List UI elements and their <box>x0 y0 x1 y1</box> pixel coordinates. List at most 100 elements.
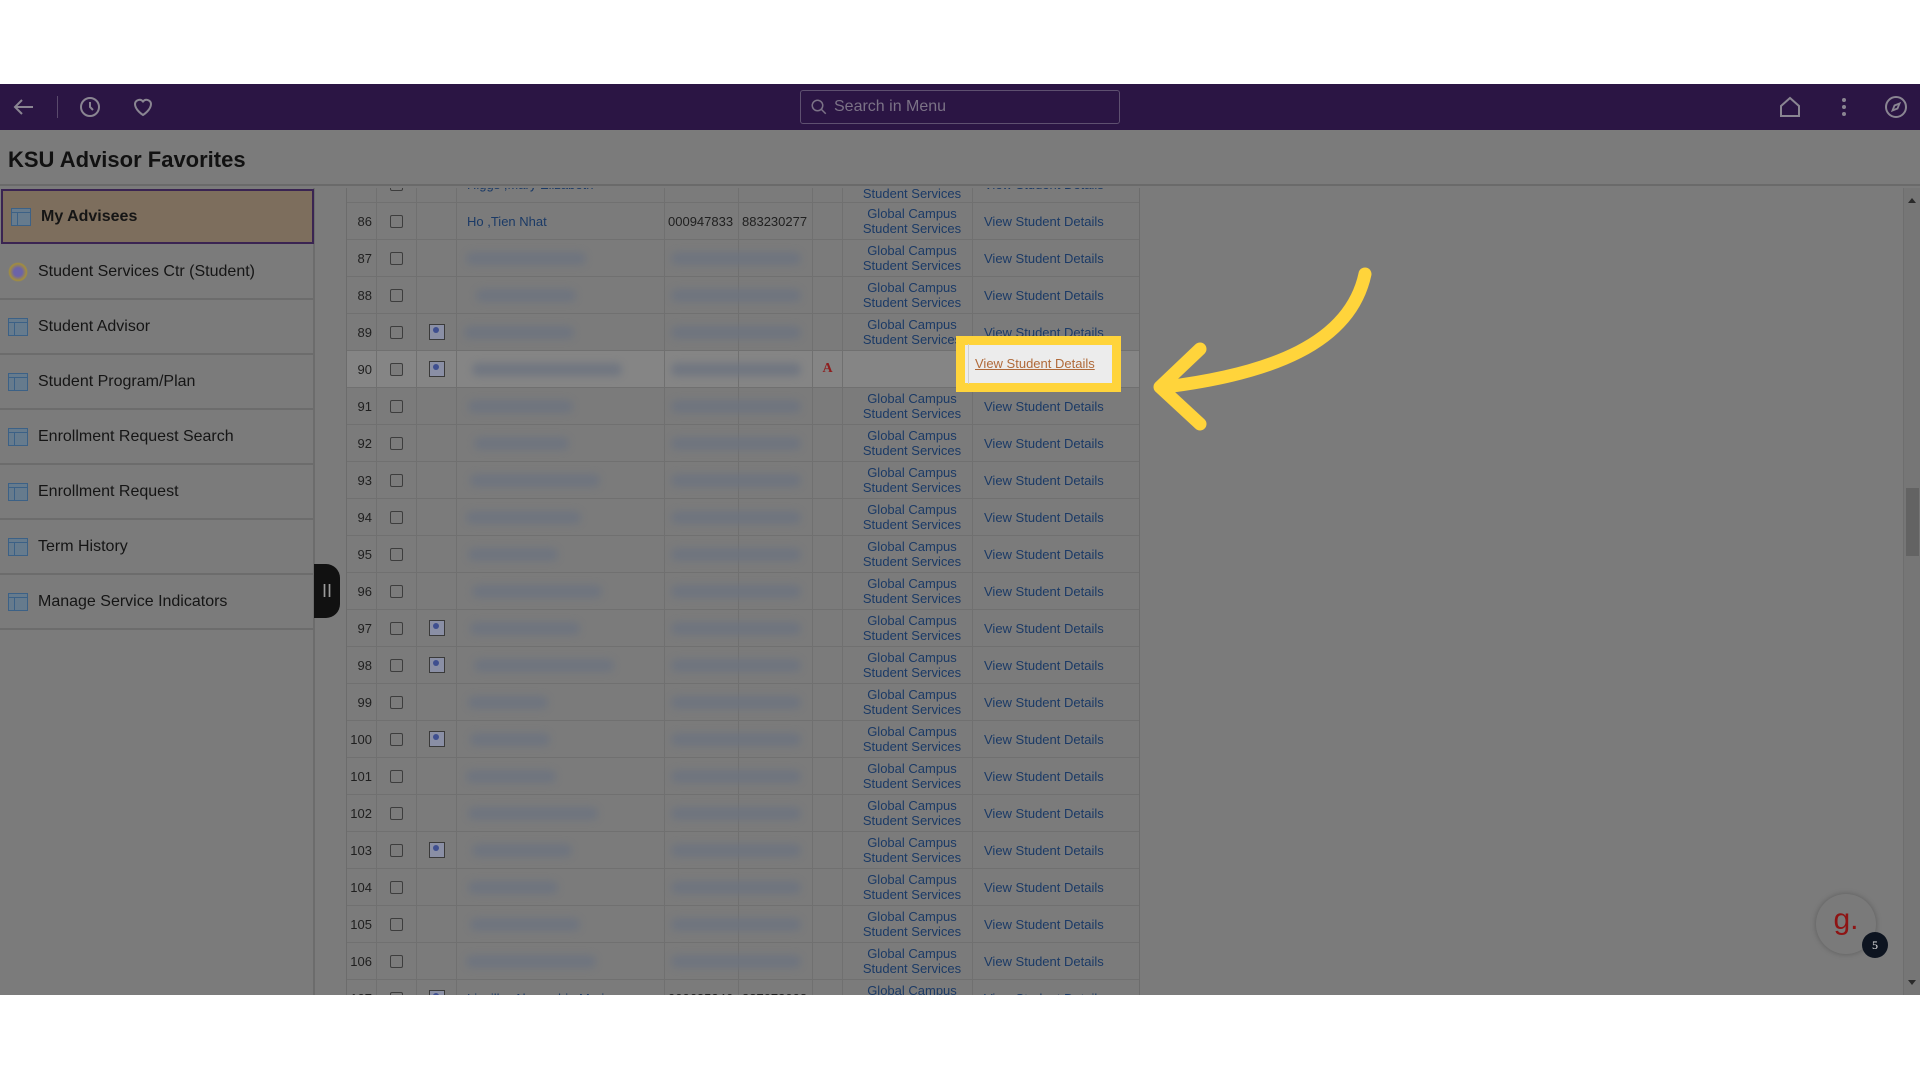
sidebar-item-enrollment-request-search[interactable]: Enrollment Request Search <box>0 410 315 465</box>
student-id: 000947833 <box>665 203 739 239</box>
sidebar-item-my-advisees[interactable]: My Advisees <box>1 189 314 244</box>
view-student-details-link[interactable]: View Student Details <box>984 658 1104 673</box>
row-checkbox[interactable] <box>390 806 403 820</box>
row-checkbox[interactable] <box>390 473 403 487</box>
table-row: 88 Global Campus Student Services View Stud… <box>347 277 1139 314</box>
view-student-details-link[interactable]: View Student Details <box>984 399 1104 414</box>
student-name-link[interactable]: Ho ,Tien Nhat <box>457 203 665 239</box>
row-number: 96 <box>347 573 377 609</box>
service-indicator-icon[interactable]: A <box>822 361 832 377</box>
view-student-details-link[interactable]: View Student Details <box>984 954 1104 969</box>
view-student-details-link[interactable]: View Student Details <box>984 843 1104 858</box>
row-checkbox[interactable] <box>390 251 403 265</box>
row-checkbox[interactable] <box>390 695 403 709</box>
row-checkbox[interactable] <box>390 214 403 228</box>
menu-search-box[interactable] <box>800 90 1120 124</box>
view-student-details-link[interactable]: View Student Details <box>984 473 1104 488</box>
guide-help-widget[interactable]: g. 5 <box>1816 894 1888 958</box>
view-student-details-link[interactable]: View Student Details <box>984 880 1104 895</box>
row-checkbox[interactable] <box>390 325 403 339</box>
row-checkbox[interactable] <box>390 399 403 413</box>
sidebar-item-student-services-ctr[interactable]: Student Services Ctr (Student) <box>0 245 315 300</box>
row-checkbox[interactable] <box>390 880 403 894</box>
advisee-search-icon[interactable] <box>428 731 445 747</box>
row-checkbox[interactable] <box>390 362 403 376</box>
row-checkbox[interactable] <box>390 436 403 450</box>
department-line-1: Global Campus <box>867 243 957 258</box>
row-checkbox[interactable] <box>390 288 403 302</box>
view-student-details-link[interactable]: View Student Details <box>984 695 1104 710</box>
view-student-details-link[interactable]: View Student Details <box>984 288 1104 303</box>
row-number: 94 <box>347 499 377 535</box>
view-student-details-link[interactable]: View Student Details <box>984 732 1104 747</box>
sidebar-item-student-advisor[interactable]: Student Advisor <box>0 300 315 355</box>
redacted-region <box>456 610 808 646</box>
row-checkbox[interactable] <box>390 658 403 672</box>
advisee-search-icon[interactable] <box>428 990 445 995</box>
row-checkbox[interactable] <box>390 621 403 635</box>
view-student-details-link[interactable]: View Student Details <box>984 510 1104 525</box>
page-icon <box>8 537 28 556</box>
redacted-region <box>456 758 808 794</box>
advisee-search-icon[interactable] <box>428 657 445 673</box>
table-row: 96 Global Campus Student Services View Stud… <box>347 573 1139 610</box>
row-checkbox[interactable] <box>390 510 403 524</box>
sidebar-item-manage-service-indicators[interactable]: Manage Service Indicators <box>0 575 315 630</box>
view-student-details-link[interactable]: View Student Details <box>984 769 1104 784</box>
table-row: 94 Global Campus Student Services View Stud… <box>347 499 1139 536</box>
row-checkbox[interactable] <box>390 584 403 598</box>
student-services-icon <box>8 261 28 282</box>
student-number: 883230277 <box>739 203 813 239</box>
department-line-2: Student Services <box>862 480 962 495</box>
row-checkbox[interactable] <box>390 547 403 561</box>
redacted-region <box>456 795 808 831</box>
advisee-search-icon[interactable] <box>428 620 445 636</box>
scroll-up-icon[interactable] <box>1908 198 1916 203</box>
view-student-details-link[interactable]: View Student Details <box>984 806 1104 821</box>
department-line-1: Global Campus <box>867 687 957 702</box>
view-student-details-link[interactable]: View Student Details <box>984 214 1104 229</box>
vertical-scrollbar[interactable] <box>1903 188 1920 995</box>
sidebar-item-student-program-plan[interactable]: Student Program/Plan <box>0 355 315 410</box>
back-arrow-icon[interactable] <box>12 95 36 119</box>
row-checkbox[interactable] <box>390 843 403 857</box>
department-line-1: Global Campus <box>867 206 957 221</box>
student-name-link[interactable]: Higgs ,Mary Elizabeth <box>457 188 665 202</box>
row-checkbox[interactable] <box>390 732 403 746</box>
advisee-search-icon[interactable] <box>428 361 445 377</box>
row-checkbox[interactable] <box>390 917 403 931</box>
view-student-details-link[interactable]: View Student Details <box>984 547 1104 562</box>
advisee-search-icon[interactable] <box>428 324 445 340</box>
advisee-search-icon[interactable] <box>428 842 445 858</box>
department-line-1: Global Campus <box>867 650 957 665</box>
navigator-compass-icon[interactable] <box>1884 95 1908 119</box>
view-student-details-link[interactable]: View Student Details <box>984 621 1104 636</box>
sidebar-collapse-handle[interactable]: II <box>314 564 340 618</box>
row-number: 105 <box>347 906 377 942</box>
scrollbar-thumb[interactable] <box>1906 488 1919 556</box>
recent-history-icon[interactable] <box>78 95 102 119</box>
sidebar-item-term-history[interactable]: Term History <box>0 520 315 575</box>
search-input[interactable] <box>834 98 1094 116</box>
view-student-details-link[interactable]: View Student Details <box>984 436 1104 451</box>
table-row-partial: Higgs ,Mary Elizabeth Student Services V… <box>347 188 1139 203</box>
view-student-details-link[interactable]: View Student Details <box>984 188 1104 192</box>
sidebar-item-enrollment-request[interactable]: Enrollment Request <box>0 465 315 520</box>
scroll-down-icon[interactable] <box>1908 980 1916 985</box>
department-line-2: Student Services <box>862 924 962 939</box>
row-checkbox[interactable] <box>390 769 403 783</box>
more-actions-icon[interactable] <box>1832 95 1856 119</box>
view-student-details-link-row-90[interactable]: View Student Details <box>975 356 1095 371</box>
student-name-link[interactable]: Linville ,Alexandria Marie <box>457 980 665 995</box>
row-checkbox[interactable] <box>390 991 403 995</box>
view-student-details-link[interactable]: View Student Details <box>984 584 1104 599</box>
view-student-details-link[interactable]: View Student Details <box>984 991 1104 996</box>
row-checkbox[interactable] <box>390 188 403 191</box>
row-checkbox[interactable] <box>390 954 403 968</box>
home-icon[interactable] <box>1778 95 1802 119</box>
favorites-heart-icon[interactable] <box>131 95 155 119</box>
department-line-2: Student Services <box>862 628 962 643</box>
view-student-details-link[interactable]: View Student Details <box>984 251 1104 266</box>
department-line-1: Global Campus <box>867 576 957 591</box>
view-student-details-link[interactable]: View Student Details <box>984 917 1104 932</box>
